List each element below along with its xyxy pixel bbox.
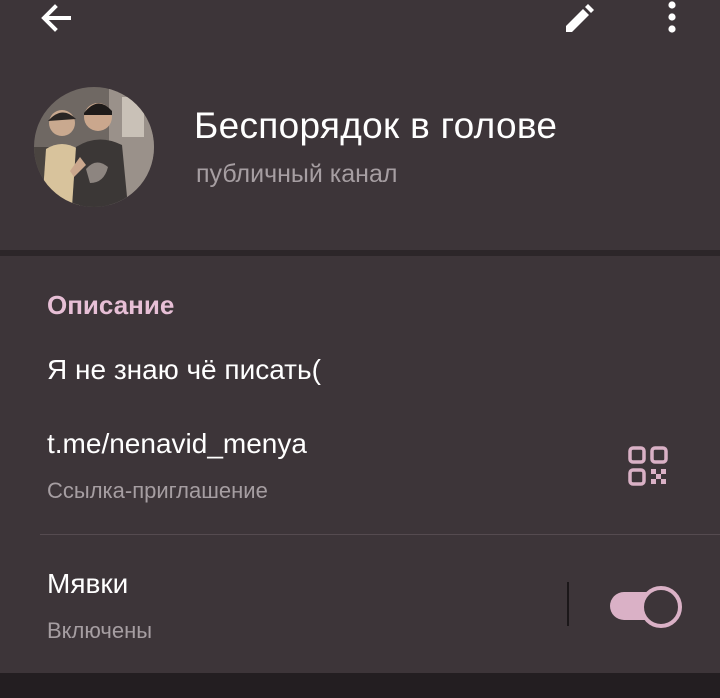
channel-title: Беспорядок в голове — [194, 105, 558, 146]
description-section-header: Описание — [47, 290, 175, 320]
notifications-toggle[interactable] — [610, 585, 682, 628]
toggle-thumb — [640, 586, 682, 628]
invite-link-caption: Ссылка-приглашение — [47, 478, 268, 503]
notifications-label[interactable]: Мявки — [47, 568, 128, 600]
qr-code-icon — [628, 445, 668, 491]
edit-button[interactable] — [552, 0, 604, 40]
arrow-left-icon — [36, 0, 76, 43]
notifications-status: Включены — [47, 618, 153, 643]
back-button[interactable] — [30, 0, 82, 40]
more-options-button[interactable] — [650, 0, 694, 40]
qr-code-button[interactable] — [620, 440, 676, 496]
bottom-divider — [0, 673, 720, 698]
row-divider — [40, 534, 720, 535]
channel-avatar[interactable] — [34, 87, 154, 207]
channel-type: публичный канал — [196, 160, 398, 188]
more-vertical-icon — [662, 0, 682, 43]
description-text[interactable]: Я не знаю чё писать( — [47, 354, 321, 386]
invite-link[interactable]: t.me/nenavid_menya — [47, 428, 307, 460]
pencil-icon — [558, 0, 598, 43]
vertical-separator — [567, 582, 569, 626]
